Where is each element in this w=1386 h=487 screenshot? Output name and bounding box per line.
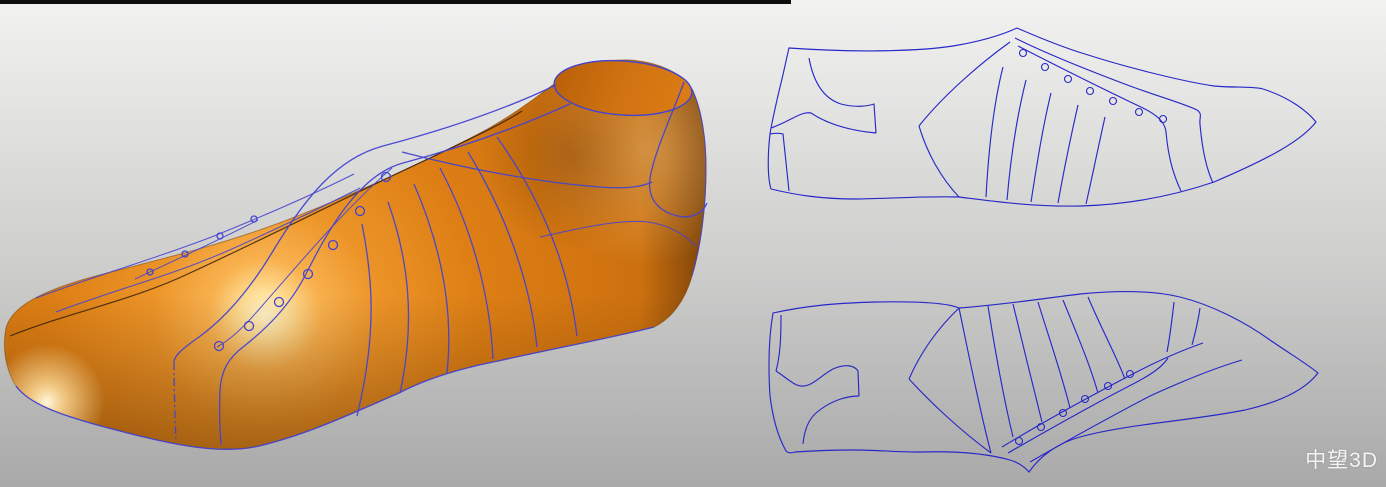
toe-panel-line [1167, 302, 1174, 352]
stripe-line [1058, 105, 1078, 203]
stripe-line [1063, 300, 1098, 393]
stripes [986, 67, 1105, 204]
vamp-line [909, 379, 991, 453]
lace-line [1008, 358, 1168, 453]
stripe-line [1013, 304, 1042, 422]
collar-line [1030, 360, 1242, 462]
vamp-left [909, 308, 959, 379]
lace-line [1018, 46, 1181, 191]
toe-panel-line [1192, 308, 1200, 345]
stripe-line [1086, 117, 1105, 204]
stripe-line [1038, 302, 1070, 408]
stripe-line [1088, 297, 1125, 379]
heel-curve-upper [809, 58, 876, 133]
lace-holes [1020, 50, 1167, 123]
stripe-line [1007, 80, 1026, 200]
heel-strip-line [776, 315, 781, 371]
heel-strip-line [770, 133, 789, 191]
stripe-line [1031, 93, 1051, 202]
stripe-line [986, 67, 1003, 197]
cad-scene [0, 0, 1386, 487]
heel-curve-lower [771, 113, 876, 133]
3d-viewport[interactable] [0, 0, 720, 487]
stripes [988, 297, 1125, 437]
2d-pattern-viewport[interactable] [768, 28, 1318, 472]
lace-holes [1016, 371, 1134, 445]
pattern-outline [768, 28, 1316, 206]
stripe-line [988, 306, 1013, 437]
heel-curve-upper [776, 366, 859, 396]
vamp-line [919, 126, 959, 197]
pattern-top [768, 28, 1316, 206]
zw3d-watermark: 中望3D [1305, 444, 1378, 474]
pattern-bottom [769, 292, 1318, 472]
zw3d-screenshot: 中望3D [0, 0, 1386, 487]
heel-curve-lower [803, 396, 859, 444]
vamp-diagonal [919, 42, 1010, 126]
